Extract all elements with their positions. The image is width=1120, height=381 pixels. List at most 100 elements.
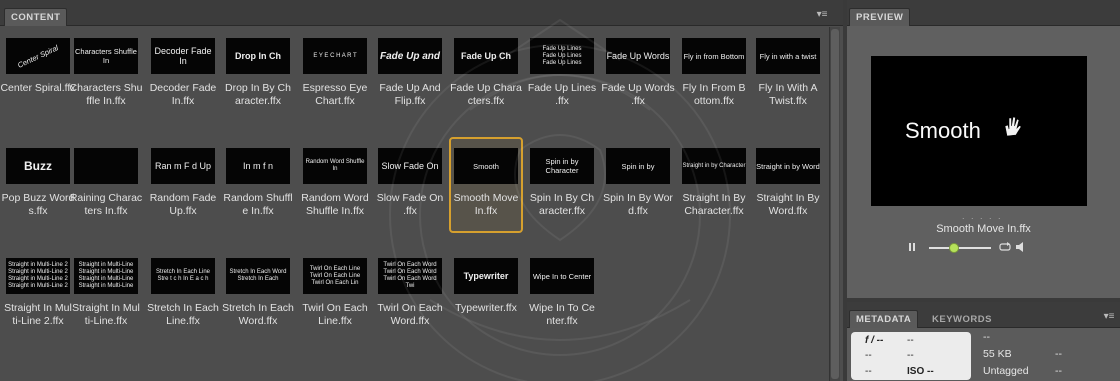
metadata-menu-icon[interactable]: ▾≡	[1102, 312, 1116, 322]
thumbnail-text: Wipe In to Center	[532, 271, 592, 281]
item-thumbnail[interactable]: Straight in Multi-Line Straight in Multi…	[74, 258, 138, 294]
content-item[interactable]: Fly in with a twist Fly In With A Twist.f…	[754, 28, 822, 120]
content-item[interactable]: Fade Up Lines Fade Up Lines Fade Up Line…	[528, 28, 596, 120]
item-caption: Characters Shu ffle In.ffx	[69, 82, 143, 107]
meta-row3-left: --	[865, 366, 872, 377]
item-thumbnail[interactable]: Fly in with a twist	[756, 38, 820, 74]
thumbnail-text: Fade Up Ch	[460, 51, 511, 61]
content-item[interactable]: Smooth Smooth Move In.ffx	[449, 137, 523, 233]
item-thumbnail[interactable]: Smooth	[454, 148, 518, 184]
item-thumbnail[interactable]: Stretch In Each Word Stretch In Each	[226, 258, 290, 294]
scrollbar-thumb[interactable]	[831, 29, 839, 379]
tab-metadata[interactable]: METADATA	[849, 310, 919, 328]
preview-area: Smooth . . . . . Smooth Move In.ffx	[847, 26, 1120, 298]
item-thumbnail[interactable]: Fly in from Bottom	[682, 38, 746, 74]
item-thumbnail[interactable]: Straight in by Character	[682, 148, 746, 184]
item-thumbnail[interactable]: Drop In Ch	[226, 38, 290, 74]
tab-keywords[interactable]: KEYWORDS	[925, 310, 999, 328]
item-thumbnail[interactable]: Buzz	[6, 148, 70, 184]
tab-preview[interactable]: PREVIEW	[849, 8, 911, 26]
tab-content[interactable]: CONTENT	[4, 8, 68, 26]
meta-row2-mid: --	[907, 350, 914, 361]
slider-knob[interactable]	[948, 243, 959, 253]
item-thumbnail[interactable]: Spin in by Character	[530, 148, 594, 184]
content-item[interactable]: Straight in Multi-Line 2 Straight in Mul…	[4, 248, 72, 340]
item-thumbnail[interactable]: Fade Up Words	[606, 38, 670, 74]
content-item[interactable]: Decoder Fade In Decoder Fade In.ffx	[149, 28, 217, 120]
item-caption: Straight In By Character.ffx	[682, 192, 746, 217]
thumbnail-text: Ran m F d Up	[154, 161, 212, 171]
item-thumbnail[interactable]: Stretch In Each Line Stre t c h In E a c…	[151, 258, 215, 294]
content-item[interactable]: Fade Up and Fade Up And Flip.ffx	[376, 28, 444, 120]
item-thumbnail[interactable]: Characters Shuffle In	[74, 38, 138, 74]
content-item[interactable]: Straight in by Word Straight In By Word.f…	[754, 138, 822, 230]
camera-data-box: f / -- -- -- -- -- ISO --	[851, 332, 971, 380]
preview-panel: PREVIEW Smooth . . . . . Smooth Move In.…	[847, 0, 1120, 298]
content-item[interactable]: Stretch In Each Word Stretch In Each Stre…	[222, 248, 294, 340]
thumbnail-text: E Y E C H A R T	[313, 52, 357, 59]
content-item[interactable]: Fly in from Bottom Fly In From B ottom.ff…	[680, 28, 748, 120]
content-item[interactable]: Stretch In Each Line Stre t c h In E a c…	[147, 248, 219, 340]
preview-text: Smooth	[905, 118, 981, 143]
content-item[interactable]: E Y E C H A R T Espresso Eye Chart.ffx	[301, 28, 369, 120]
content-item[interactable]: Ran m F d Up Random Fade Up.ffx	[149, 138, 217, 230]
playback-slider[interactable]	[929, 243, 991, 253]
iso-value: ISO --	[907, 366, 934, 377]
volume-icon[interactable]	[1015, 241, 1027, 253]
item-thumbnail[interactable]: E Y E C H A R T	[303, 38, 367, 74]
content-item[interactable]: Center Spiral Center Spiral.ffx	[0, 28, 76, 120]
item-caption: Slow Fade On .ffx	[376, 192, 444, 217]
thumbnail-text: Straight in Multi-Line Straight in Multi…	[78, 262, 134, 289]
metadata-body: f / -- -- -- -- -- ISO -- -- 55 KB -- Un…	[847, 328, 1120, 381]
content-item[interactable]: Spin in by Spin In By Wor d.ffx	[603, 138, 673, 230]
content-item[interactable]: Spin in by Character Spin In By Ch aracte…	[528, 138, 596, 230]
item-thumbnail[interactable]: Typewriter	[454, 258, 518, 294]
item-caption: Random Fade Up.ffx	[149, 192, 217, 217]
item-caption: Smooth Move In.ffx	[453, 192, 519, 217]
item-thumbnail[interactable]: Twirl On Each Word Twirl On Each Word Tw…	[378, 258, 442, 294]
item-thumbnail[interactable]: Twirl On Each Line Twirl On Each Line Tw…	[303, 258, 367, 294]
item-thumbnail[interactable]: Wipe In to Center	[530, 258, 594, 294]
content-scrollbar[interactable]	[829, 27, 840, 381]
item-thumbnail[interactable]: Fade Up Ch	[454, 38, 518, 74]
content-item[interactable]: Wipe In to Center Wipe In To Ce nter.ffx	[528, 248, 596, 340]
content-item[interactable]: Random Word Shuffle In Random Word Shuffl…	[301, 138, 369, 230]
content-item[interactable]: Buzz Pop Buzz Word s.ffx	[2, 138, 74, 230]
content-item[interactable]: Straight in by Character Straight In By C…	[680, 138, 748, 230]
content-item[interactable]: Characters Shuffle In Characters Shu ffle…	[70, 28, 142, 120]
loop-icon[interactable]	[999, 242, 1011, 252]
thumbnail-text: Slow Fade On	[381, 161, 439, 171]
item-thumbnail[interactable]: Fade Up and	[378, 38, 442, 74]
item-thumbnail[interactable]: Fade Up Lines Fade Up Lines Fade Up Line…	[530, 38, 594, 74]
thumbnail-text: Stretch In Each Word Stretch In Each	[229, 269, 287, 282]
item-thumbnail[interactable]: Straight in by Word	[756, 148, 820, 184]
item-thumbnail[interactable]: Ran m F d Up	[151, 148, 215, 184]
content-item[interactable]: Drop In Ch Drop In By Ch aracter.ffx	[224, 28, 292, 120]
pause-icon[interactable]	[907, 242, 917, 252]
content-item[interactable]: In m f n Random Shuffl e In.ffx	[223, 138, 293, 230]
item-thumbnail[interactable]: Slow Fade On	[378, 148, 442, 184]
content-item[interactable]: Fade Up Words Fade Up Words .ffx	[601, 28, 675, 120]
content-item[interactable]: Twirl On Each Word Twirl On Each Word Tw…	[376, 248, 444, 340]
content-item[interactable]: Twirl On Each Line Twirl On Each Line Tw…	[301, 248, 369, 340]
item-thumbnail[interactable]: Decoder Fade In	[151, 38, 215, 74]
item-thumbnail[interactable]: Spin in by	[606, 148, 670, 184]
content-item[interactable]: Slow Fade On Slow Fade On .ffx	[376, 138, 444, 230]
item-thumbnail[interactable]	[74, 148, 138, 184]
preview-dots: . . . . .	[962, 211, 1003, 221]
content-item[interactable]: Raining Charac ters In.ffx	[70, 138, 142, 230]
thumbnail-text: Stretch In Each Line Stre t c h In E a c…	[155, 269, 211, 282]
item-caption: Fade Up Lines .ffx	[527, 82, 597, 107]
thumbnail-text: Center Spiral	[16, 42, 60, 70]
aperture-value: --	[907, 335, 914, 346]
content-item[interactable]: Typewriter Typewriter.ffx	[452, 248, 520, 340]
item-thumbnail[interactable]: Center Spiral	[6, 38, 70, 74]
item-thumbnail[interactable]: In m f n	[226, 148, 290, 184]
panel-menu-icon[interactable]: ▾≡	[815, 10, 829, 20]
content-item[interactable]: Straight in Multi-Line Straight in Multi…	[72, 248, 140, 340]
aperture-label: f / --	[865, 335, 884, 346]
thumbnail-text: Smooth	[473, 161, 499, 171]
item-thumbnail[interactable]: Random Word Shuffle In	[303, 148, 367, 184]
content-item[interactable]: Fade Up Ch Fade Up Chara cters.ffx	[450, 28, 522, 120]
item-thumbnail[interactable]: Straight in Multi-Line 2 Straight in Mul…	[6, 258, 70, 294]
